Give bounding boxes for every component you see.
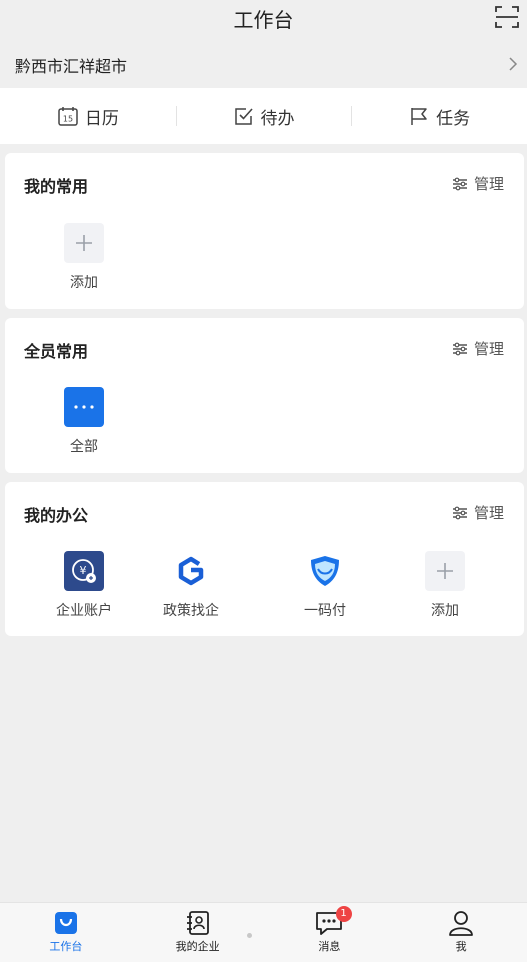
tab-label: 我的企业 <box>175 940 220 953</box>
one-code-pay-tile[interactable]: 一码付 <box>275 551 375 620</box>
policy-tile[interactable]: 政策找企 <box>141 551 241 620</box>
all-common-title: 全员常用 <box>24 342 89 361</box>
page-title: 工作台 <box>233 8 294 32</box>
shield-pay-icon <box>305 551 345 591</box>
svg-text:¥: ¥ <box>80 564 87 577</box>
top-header: 工作台 <box>0 0 527 40</box>
quick-actions-bar: 15 日历 待办 任务 <box>0 88 527 144</box>
my-office-title: 我的办公 <box>24 506 89 525</box>
svg-text:15: 15 <box>63 115 73 124</box>
tab-me[interactable]: 我 <box>395 903 527 962</box>
all-common-manage-button[interactable]: 管理 <box>452 338 504 359</box>
tab-label: 工作台 <box>49 940 83 953</box>
all-common-all-tile[interactable]: 全部 <box>34 387 134 456</box>
sliders-icon <box>452 342 467 355</box>
tab-messages[interactable]: 1 消息 <box>264 903 396 962</box>
calendar-icon: 15 <box>58 107 78 126</box>
quick-todo[interactable]: 待办 <box>175 88 352 144</box>
tile-label: 政策找企 <box>163 603 219 619</box>
my-common-add-tile[interactable]: 添加 <box>34 223 134 292</box>
sliders-icon <box>452 506 467 519</box>
check-square-icon <box>234 108 253 125</box>
chevron-right-icon <box>509 57 518 71</box>
scan-icon[interactable] <box>494 4 520 30</box>
tile-label: 企业账户 <box>56 603 112 619</box>
quick-task-label: 任务 <box>436 108 471 129</box>
all-common-manage-label: 管理 <box>473 340 504 358</box>
quick-calendar-label: 日历 <box>84 108 119 129</box>
flag-icon <box>411 108 427 125</box>
my-office-add-tile[interactable]: 添加 <box>395 551 495 620</box>
my-common-manage-button[interactable]: 管理 <box>452 173 504 194</box>
tile-label: 添加 <box>70 275 98 291</box>
tile-label: 添加 <box>431 603 459 619</box>
page-indicator-dot <box>247 933 252 938</box>
quick-calendar[interactable]: 15 日历 <box>0 88 176 144</box>
plus-icon <box>64 223 104 263</box>
quick-task[interactable]: 任务 <box>351 88 527 144</box>
my-common-title: 我的常用 <box>24 177 89 196</box>
all-common-card: 全员常用 管理 全部 <box>5 318 524 473</box>
store-name: 黔西市汇祥超市 <box>15 57 128 76</box>
tab-my-enterprise[interactable]: 我的企业 <box>132 903 264 962</box>
bottom-tab-bar: 工作台 我的企业 1 消息 我 <box>0 902 527 962</box>
person-icon <box>449 911 474 936</box>
more-dots-icon <box>64 387 104 427</box>
policy-g-icon <box>171 551 211 591</box>
my-common-card: 我的常用 管理 添加 <box>5 153 524 309</box>
my-office-card: 我的办公 管理 ¥ 企业账户 政策找企 一码付 添加 <box>5 482 524 636</box>
tab-label: 消息 <box>318 940 341 953</box>
contacts-book-icon <box>186 911 209 935</box>
my-common-manage-label: 管理 <box>473 175 504 193</box>
store-selector[interactable]: 黔西市汇祥超市 <box>0 40 527 88</box>
tile-label: 一码付 <box>304 603 346 619</box>
enterprise-account-icon: ¥ <box>64 551 104 591</box>
quick-todo-label: 待办 <box>260 108 295 129</box>
enterprise-account-tile[interactable]: ¥ 企业账户 <box>34 551 134 620</box>
my-office-manage-button[interactable]: 管理 <box>452 502 504 523</box>
workbench-icon <box>54 912 77 934</box>
unread-badge: 1 <box>335 906 352 922</box>
sliders-icon <box>452 177 467 190</box>
tab-workbench[interactable]: 工作台 <box>0 903 132 962</box>
tile-label: 全部 <box>70 439 98 455</box>
plus-icon <box>425 551 465 591</box>
my-office-manage-label: 管理 <box>473 504 504 522</box>
tab-label: 我 <box>455 940 467 953</box>
